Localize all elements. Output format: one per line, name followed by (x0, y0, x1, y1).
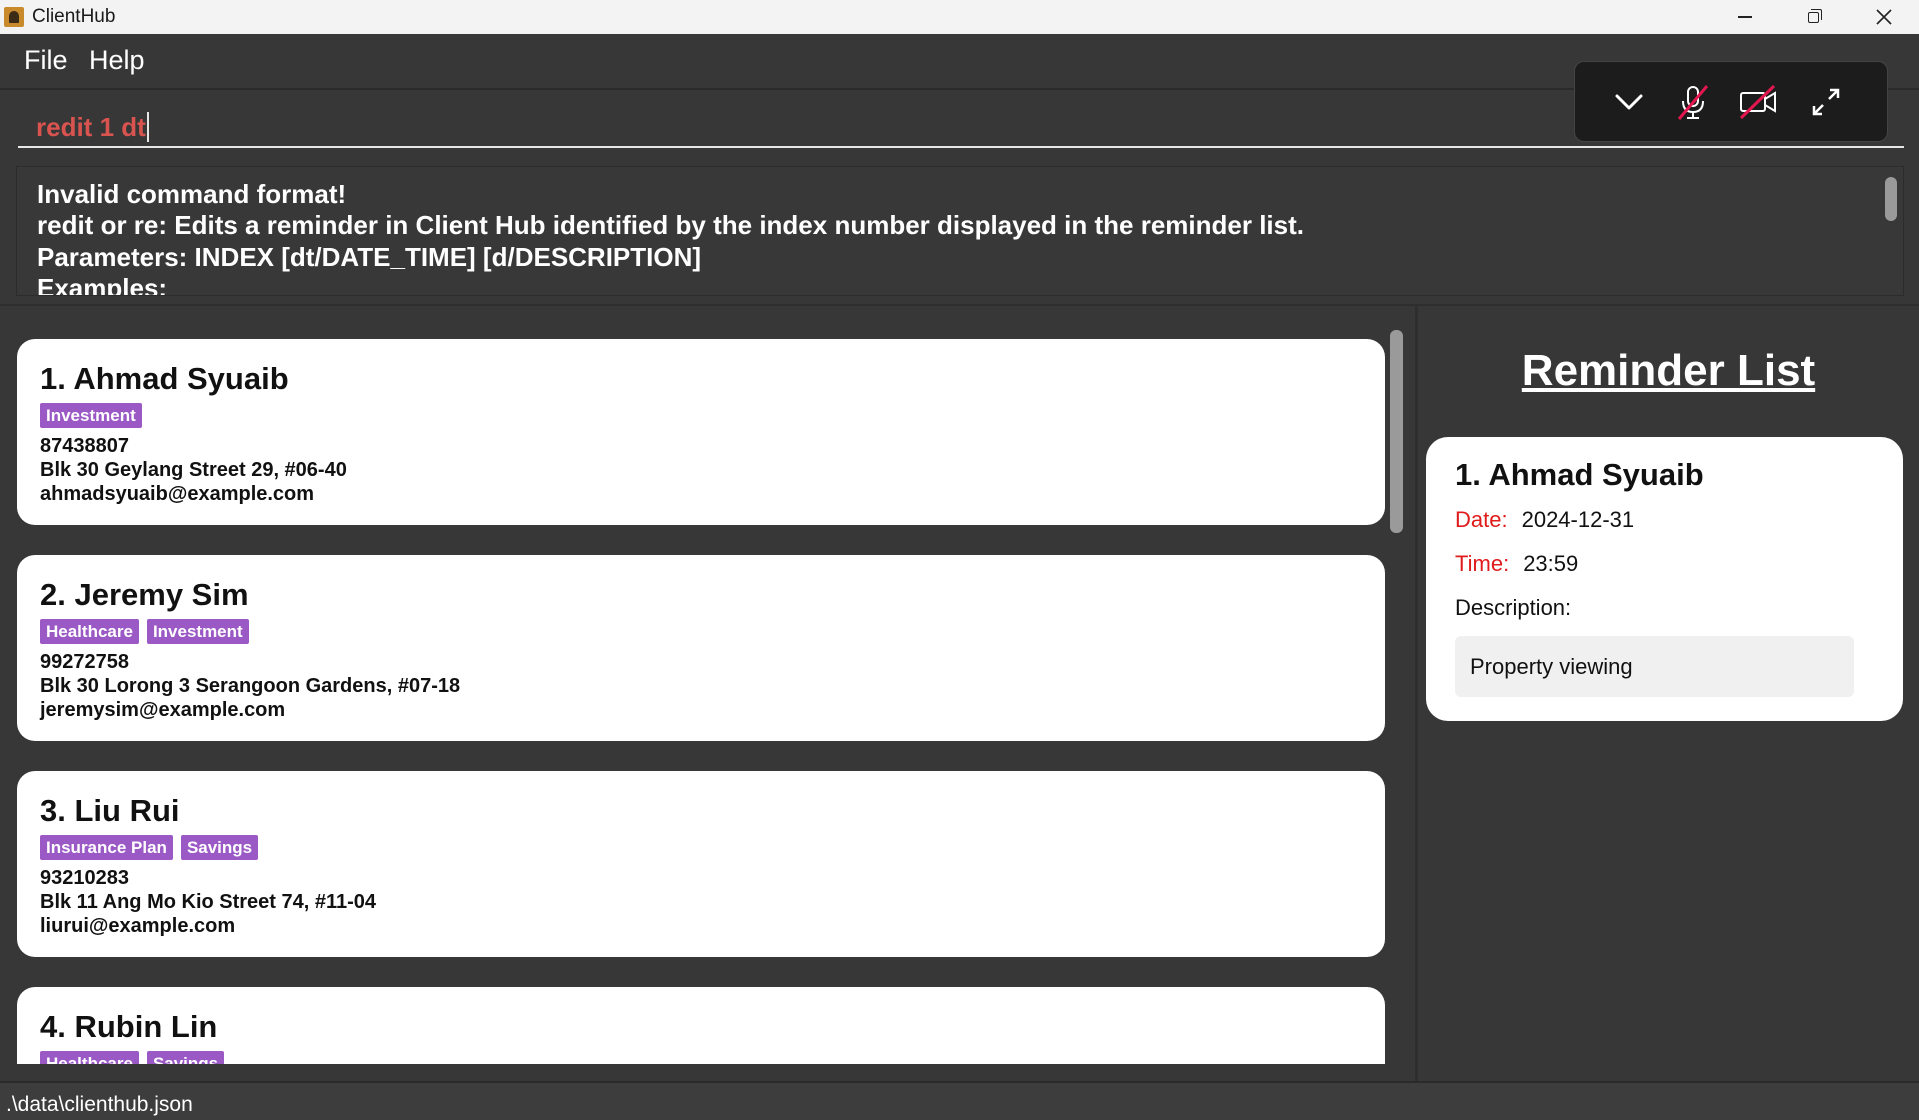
client-phone: 99272758 (40, 651, 129, 673)
app-icon (4, 7, 24, 27)
client-address: Blk 11 Ang Mo Kio Street 74, #11-04 (40, 891, 377, 913)
minimize-button[interactable] (1710, 0, 1780, 34)
client-list-scrollbar[interactable] (1390, 330, 1403, 533)
tag-list: Healthcare Savings (40, 1051, 232, 1064)
fullscreen-button[interactable] (1804, 80, 1848, 124)
title-bar: ClientHub (0, 0, 1919, 34)
client-address: Blk 30 Lorong 3 Serangoon Gardens, #07-1… (40, 675, 461, 697)
camera-button[interactable] (1736, 80, 1780, 124)
close-button[interactable] (1849, 0, 1919, 34)
mute-button[interactable] (1671, 80, 1715, 124)
close-icon (1876, 9, 1892, 25)
client-name: 4. Rubin Lin (40, 1009, 218, 1044)
camera-off-icon (1739, 84, 1776, 120)
result-line: Invalid command format! (37, 179, 347, 209)
window-title: ClientHub (32, 6, 116, 27)
tag: Insurance Plan (40, 835, 173, 860)
reminder-list-title: Reminder List (1521, 346, 1816, 395)
data-file-path: .\data\clienthub.json (6, 1093, 193, 1116)
chevron-down-icon (1615, 94, 1643, 110)
status-bar: .\data\clienthub.json (0, 1081, 1919, 1120)
tag: Investment (40, 403, 142, 428)
tag-list: Insurance Plan Savings (40, 835, 266, 861)
result-line: Parameters: INDEX [dt/DATE_TIME] [d/DESC… (37, 242, 702, 272)
collapse-button[interactable] (1607, 80, 1651, 124)
description-label: Description: (1455, 595, 1572, 620)
client-card[interactable]: 1. Ahmad Syuaib Investment 87438807 Blk … (17, 339, 1385, 525)
date-label: Date: (1455, 507, 1508, 532)
reminder-description: Property viewing (1470, 654, 1633, 679)
reminder-client-name: 1. Ahmad Syuaib (1455, 457, 1704, 492)
client-name: 3. Liu Rui (40, 793, 180, 828)
text-caret (146, 112, 149, 142)
tag: Healthcare (40, 619, 139, 644)
tag: Savings (146, 1051, 225, 1064)
client-card[interactable]: 2. Jeremy Sim Healthcare Investment 99272… (17, 555, 1385, 741)
time-label: Time: (1455, 551, 1510, 576)
tag: Healthcare (40, 1051, 139, 1064)
mic-off-icon (1677, 85, 1709, 120)
client-email: ahmadsyuaib@example.com (40, 483, 315, 505)
client-card[interactable]: 4. Rubin Lin Healthcare Savings (17, 987, 1385, 1064)
reminder-time: 23:59 (1523, 551, 1579, 576)
client-address: Blk 30 Geylang Street 29, #06-40 (40, 459, 347, 481)
reminder-date-row: Date: 2024-12-31 (1455, 507, 1634, 533)
client-list: 1. Ahmad Syuaib Investment 87438807 Blk … (0, 306, 1415, 1064)
result-scrollbar[interactable] (1885, 177, 1897, 221)
client-name: 2. Jeremy Sim (40, 577, 249, 612)
client-phone: 87438807 (40, 435, 129, 457)
reminder-date: 2024-12-31 (1521, 507, 1635, 532)
client-email: jeremysim@example.com (40, 699, 286, 721)
client-card[interactable]: 3. Liu Rui Insurance Plan Savings 9321028… (17, 771, 1385, 957)
meeting-overlay-toolbar (1574, 61, 1888, 142)
reminder-time-row: Time: 23:59 (1455, 551, 1578, 577)
reminder-card[interactable]: 1. Ahmad Syuaib Date: 2024-12-31 Time: 23:… (1426, 437, 1903, 721)
expand-icon (1812, 88, 1840, 116)
panel-divider (1415, 306, 1418, 1081)
restore-button[interactable] (1778, 0, 1848, 34)
tag-list: Investment (40, 403, 150, 429)
client-email: liurui@example.com (40, 915, 236, 937)
command-text: redit 1 dt (36, 112, 146, 142)
tag: Investment (146, 619, 249, 644)
client-phone: 93210283 (40, 867, 129, 889)
description-box: Property viewing (1455, 636, 1854, 697)
tag-list: Healthcare Investment (40, 619, 257, 645)
menu-help[interactable]: Help (89, 45, 145, 76)
result-line: Examples: (37, 273, 168, 296)
tag: Savings (180, 835, 259, 860)
menu-file[interactable]: File (24, 45, 68, 76)
client-name: 1. Ahmad Syuaib (40, 361, 289, 396)
result-display: Invalid command format! redit or re: Edi… (16, 166, 1904, 296)
result-line: redit or re: Edits a reminder in Client … (37, 210, 1304, 240)
